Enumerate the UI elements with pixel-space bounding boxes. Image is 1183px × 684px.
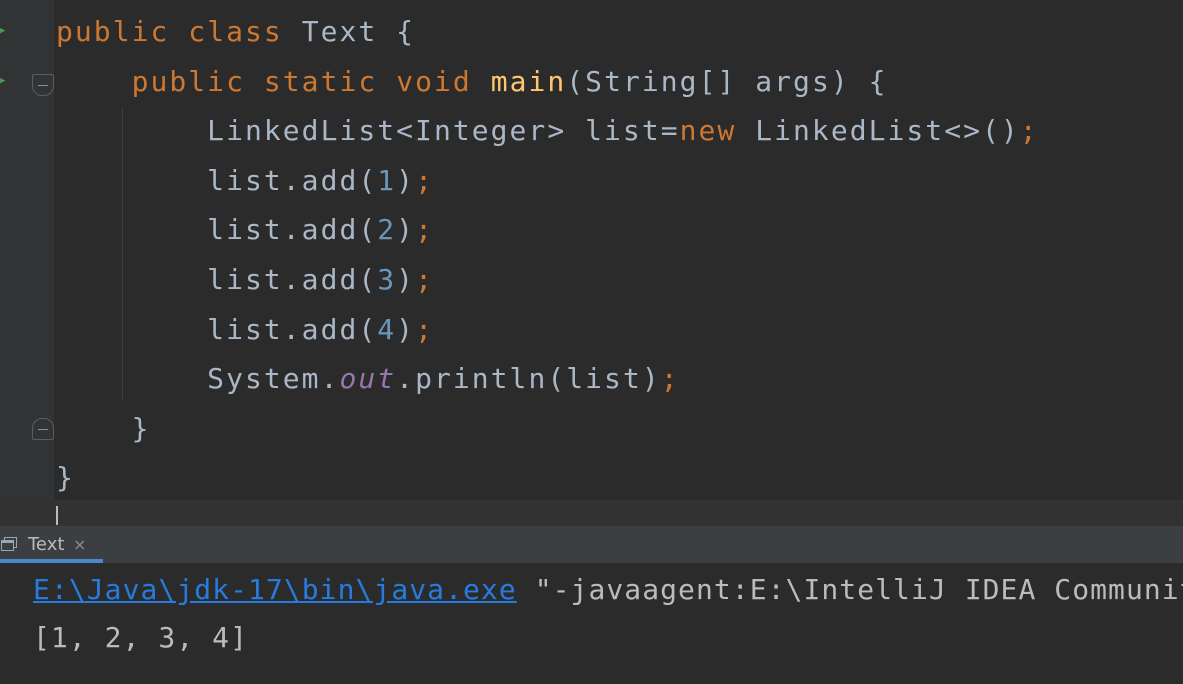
code-line[interactable]: System.out.println(list); <box>56 359 680 399</box>
current-line-highlight <box>0 500 1183 525</box>
code-token: ; <box>415 213 434 247</box>
code-line[interactable]: public static void main(String[] args) { <box>56 62 888 102</box>
console-output[interactable]: E:\Java\jdk-17\bin\java.exe "-javaagent:… <box>0 563 1183 684</box>
code-token: 3 <box>377 263 397 296</box>
command-arguments: "-javaagent:E:\IntelliJ IDEA Community E <box>516 573 1183 606</box>
code-token: public <box>56 15 170 48</box>
code-token: ) <box>396 213 416 247</box>
code-token: ; <box>415 163 434 197</box>
code-line[interactable]: list.add(2); <box>56 210 434 250</box>
code-token: LinkedList<Integer> list= <box>56 114 680 148</box>
fold-open-icon[interactable] <box>32 74 54 96</box>
code-token: void <box>396 64 472 98</box>
code-token: } <box>56 411 151 445</box>
code-token: list.add( <box>56 263 378 296</box>
code-token: list.add( <box>56 312 378 346</box>
code-token: main <box>490 64 567 98</box>
code-token: 4 <box>377 312 397 346</box>
text-caret <box>56 506 58 525</box>
console-window-icon <box>1 537 17 551</box>
code-token: ; <box>1019 114 1039 148</box>
code-token: ; <box>415 312 434 346</box>
run-main-icon[interactable]: ▶ <box>0 77 7 85</box>
run-tool-window-tabs: Text × <box>0 525 1183 563</box>
code-token: out <box>339 362 397 396</box>
console-output-line: [1, 2, 3, 4] <box>33 621 249 654</box>
code-token: 2 <box>377 213 397 247</box>
run-class-icon[interactable]: ▶ <box>0 27 7 35</box>
tab-text[interactable]: Text × <box>0 526 103 563</box>
code-line[interactable]: } <box>56 409 151 449</box>
code-token: ) <box>396 263 416 296</box>
code-line[interactable]: } <box>56 458 75 498</box>
code-token: } <box>56 461 75 495</box>
code-line[interactable]: list.add(4); <box>56 310 434 350</box>
code-token: ) <box>396 312 416 346</box>
code-editor[interactable]: ▶ ▶ public class Text { public static vo… <box>0 0 1183 525</box>
code-token: 1 <box>377 163 397 197</box>
code-token: class <box>188 15 283 48</box>
code-token: public <box>131 64 245 98</box>
code-token: list.add( <box>56 163 378 197</box>
code-token: ) <box>396 163 416 197</box>
code-token: static <box>263 64 378 98</box>
code-token: System. <box>56 362 340 396</box>
tab-label: Text <box>28 534 65 555</box>
code-token: (String[] args) { <box>566 64 888 98</box>
code-line[interactable]: list.add(1); <box>56 161 434 201</box>
code-line[interactable]: public class Text { <box>56 12 415 52</box>
code-token: .println(list) <box>396 362 661 396</box>
fold-close-icon[interactable] <box>32 418 54 440</box>
code-token: ; <box>415 263 434 296</box>
code-line[interactable]: LinkedList<Integer> list=new LinkedList<… <box>56 111 1039 151</box>
java-exe-link[interactable]: E:\Java\jdk-17\bin\java.exe <box>33 573 517 606</box>
code-token: LinkedList<>() <box>736 114 1020 148</box>
code-token: ; <box>660 362 680 396</box>
code-token: Text { <box>282 15 416 48</box>
indent-guide <box>122 108 123 400</box>
code-line[interactable]: list.add(3); <box>56 260 434 300</box>
close-icon[interactable]: × <box>73 536 86 554</box>
code-token: new <box>679 114 737 148</box>
editor-gutter[interactable]: ▶ ▶ <box>0 0 54 525</box>
code-token: list.add( <box>56 213 378 247</box>
console-command-line: E:\Java\jdk-17\bin\java.exe "-javaagent:… <box>33 570 1183 610</box>
